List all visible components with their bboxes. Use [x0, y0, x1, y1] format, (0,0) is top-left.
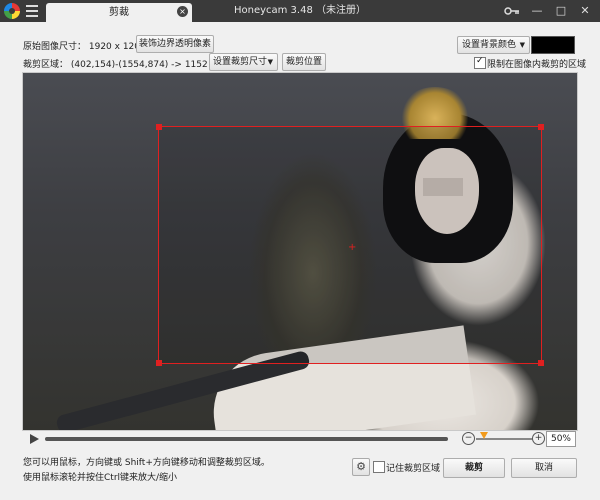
zoom-level-label: 50% — [546, 431, 576, 447]
original-size-label: 原始图像尺寸： 1920 x 1200 — [23, 42, 146, 52]
crop-region-label: 裁剪区域： (402,154)-(1554,874) -> 1152 x 720 — [23, 60, 236, 70]
hamburger-menu-icon[interactable] — [26, 5, 38, 17]
settings-gear-icon[interactable]: ⚙ — [352, 458, 370, 476]
crop-rectangle[interactable]: + — [156, 124, 544, 366]
timeline-track[interactable] — [45, 437, 448, 441]
crop-handle-bottom-left[interactable] — [156, 360, 162, 366]
trim-transparent-button[interactable]: 装饰边界透明像素 — [136, 35, 214, 53]
set-crop-size-button[interactable]: 设置裁剪尺寸 ▼ — [209, 53, 278, 71]
set-background-color-button[interactable]: 设置背景颜色 ▼ — [457, 36, 530, 54]
honeycam-logo-icon[interactable] — [4, 3, 20, 19]
dropdown-arrow-icon: ▼ — [519, 41, 525, 49]
crop-handle-top-right[interactable] — [538, 124, 544, 130]
hint-line-2: 使用鼠标滚轮并按住Ctrl键来放大/缩小 — [23, 473, 178, 483]
tab-crop[interactable]: 剪裁 — [46, 3, 192, 22]
play-icon[interactable] — [30, 434, 39, 444]
set-crop-size-label: 设置裁剪尺寸 — [213, 57, 268, 67]
crop-handle-top-left[interactable] — [156, 124, 162, 130]
limit-to-image-label: 限制在图像内裁剪的区域 — [487, 60, 587, 70]
image-canvas[interactable]: + — [22, 72, 578, 431]
set-background-color-label: 设置背景颜色 — [462, 40, 517, 50]
crop-center-crosshair-icon: + — [348, 242, 357, 253]
crop-handle-bottom-right[interactable] — [538, 360, 544, 366]
close-window-button[interactable]: ✕ — [576, 3, 594, 19]
limit-to-image-checkbox[interactable] — [474, 56, 486, 69]
background-color-swatch[interactable] — [531, 36, 575, 54]
remember-region-checkbox[interactable] — [373, 461, 385, 473]
maximize-button[interactable]: □ — [552, 3, 570, 19]
cancel-button[interactable]: 取消 — [511, 458, 577, 478]
crop-position-button[interactable]: 裁剪位置 — [282, 53, 326, 71]
tab-close-icon[interactable]: × — [177, 6, 188, 17]
crop-button[interactable]: 裁剪 — [443, 458, 505, 478]
tab-crop-label: 剪裁 — [109, 7, 129, 18]
dropdown-arrow-icon: ▼ — [267, 58, 273, 66]
hint-line-1: 您可以用鼠标，方向键或 Shift+方向键移动和调整裁剪区域。 — [23, 458, 270, 468]
remember-region-label: 记住裁剪区域 — [386, 464, 441, 474]
zoom-slider-thumb[interactable] — [480, 432, 489, 439]
key-icon[interactable] — [504, 5, 520, 17]
minimize-button[interactable]: — — [528, 3, 546, 19]
zoom-out-icon[interactable]: − — [462, 432, 475, 445]
zoom-in-icon[interactable]: + — [532, 432, 545, 445]
title-bar: 剪裁 × Honeycam 3.48 （未注册） — □ ✕ — [0, 0, 600, 22]
